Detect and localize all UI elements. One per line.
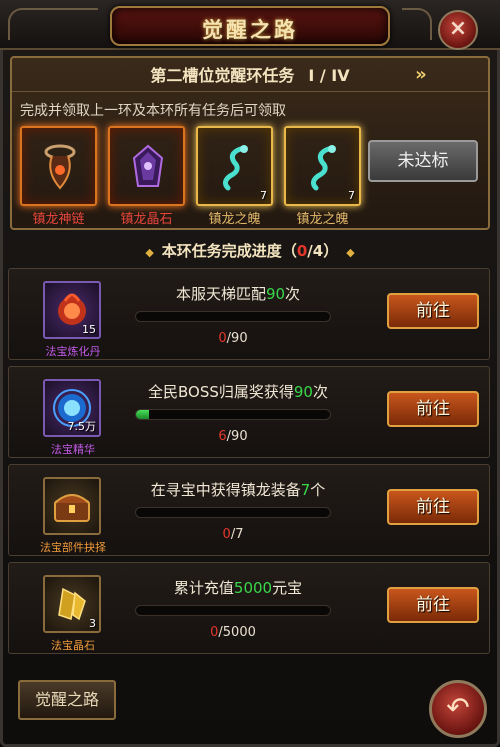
ring-title-text: 第二槽位觉醒环任务 [150,66,295,85]
task-reward-amount: 7.5万 [67,420,97,433]
reward-list: 镇龙神链 镇龙晶石 7 镇龙之魄 7 镇龙之魄 [20,126,365,230]
task-desc-unit: 次 [285,285,301,303]
task-total: /7 [230,527,244,542]
task-progress-count: 6/90 [135,429,331,444]
go-button[interactable]: 前往 [387,587,479,623]
task-reward-item[interactable]: 7.5万 [43,379,101,437]
progress-close: ） [323,242,339,260]
claim-status-button[interactable]: 未达标 [368,140,478,182]
ring-progress-header: ◆ 本环任务完成进度（0/4） ◆ [0,236,500,266]
reward-item[interactable]: 7 [284,126,361,206]
task-progress-count: 0/7 [135,527,331,542]
close-button[interactable]: × [438,10,478,50]
dragon-chain-icon [44,144,76,190]
task-progress-bar [135,311,331,322]
task-current: 0 [218,331,227,346]
reward-item[interactable] [20,126,97,206]
dragon-crystal-icon [132,144,164,187]
task-progress-bar [135,605,331,616]
progress-open: （ [281,242,297,260]
unlock-hint: 完成并领取上一环及本环所有任务后可领取 [20,103,286,119]
header-ornament-right [402,8,432,40]
task-reward-item[interactable] [43,477,101,535]
diamond-icon: ◆ [145,246,154,259]
task-desc-target: 5000 [233,579,273,597]
reward-item[interactable]: 7 [196,126,273,206]
task-row: 法宝部件抉择 在寻宝中获得镇龙装备7个 0/7 前往 [8,464,490,556]
back-button[interactable]: ↶ [429,680,487,738]
task-progress-fill [136,410,149,419]
task-progress-count: 0/90 [135,331,331,346]
back-arrow-icon: ↶ [446,691,470,724]
go-button[interactable]: 前往 [387,293,479,329]
task-description: 累计充值5000元宝 [135,577,341,598]
task-desc-target: 7 [300,481,311,499]
reward-item[interactable] [108,126,185,206]
task-row: 15 法宝炼化丹 本服天梯匹配90次 0/90 前往 [8,268,490,360]
task-desc-text: 累计充值 [173,579,234,597]
task-row: 3 法宝晶石 累计充值5000元宝 0/5000 前往 [8,562,490,654]
reward-name: 镇龙之魄 [208,212,261,227]
task-total: /90 [226,429,248,444]
diamond-icon: ◆ [346,246,355,259]
task-current: 0 [222,527,231,542]
task-row: 7.5万 法宝精华 全民BOSS归属奖获得90次 6/90 前往 [8,366,490,458]
reward-name: 镇龙晶石 [120,212,173,227]
window-title: 觉醒之路 [202,18,298,42]
header-ornament-left [8,8,98,40]
progress-label: 本环任务完成进度 [161,242,282,260]
divider [12,91,488,92]
task-desc-text: 本服天梯匹配 [175,285,266,303]
task-desc-text: 在寻宝中获得镇龙装备 [150,481,301,499]
reward-count: 7 [348,189,355,202]
awakening-road-tab[interactable]: 觉醒之路 [18,680,116,720]
task-desc-unit: 个 [310,481,326,499]
task-reward-item[interactable]: 15 [43,281,101,339]
ring-stage: I / IV [308,66,350,85]
dragon-soul-icon [222,145,248,191]
task-desc-target: 90 [265,285,286,303]
ring-reward-panel: 第二槽位觉醒环任务 I / IV » 完成并领取上一环及本环所有任务后可领取 镇龙… [10,56,490,230]
go-button[interactable]: 前往 [387,391,479,427]
task-reward-name: 法宝精华 [51,443,95,456]
task-desc-target: 90 [293,383,313,401]
task-progress-bar [135,409,331,420]
close-icon: × [448,16,468,41]
task-progress-bar [135,507,331,518]
progress-current: 0 [296,242,308,260]
progress-total: 4 [312,242,324,260]
task-total: /90 [226,331,248,346]
task-reward-amount: 15 [82,323,96,336]
dragon-soul-icon [310,145,336,191]
task-reward-name: 法宝晶石 [51,639,95,652]
task-description: 在寻宝中获得镇龙装备7个 [135,479,341,500]
task-current: 6 [218,429,227,444]
go-button[interactable]: 前往 [387,489,479,525]
next-ring-arrow-icon[interactable]: » [410,64,432,86]
header-bar: 觉醒之路 × [0,0,500,50]
treasure-chest-icon [54,494,90,522]
task-description: 本服天梯匹配90次 [135,283,341,304]
reward-name: 镇龙之魄 [296,212,349,227]
task-reward-amount: 3 [89,617,96,630]
title-plate: 觉醒之路 [110,6,390,46]
task-desc-unit: 元宝 [272,579,303,597]
task-description: 全民BOSS归属奖获得90次 [135,381,341,402]
reward-name: 镇龙神链 [32,212,85,227]
task-desc-text: 全民BOSS归属奖获得 [148,383,294,401]
task-reward-item[interactable]: 3 [43,575,101,633]
task-progress-count: 0/5000 [135,625,331,640]
reward-count: 7 [260,189,267,202]
task-reward-name: 法宝炼化丹 [45,345,101,358]
task-reward-name: 法宝部件抉择 [40,541,106,554]
task-desc-unit: 次 [312,383,328,401]
task-total: /5000 [218,625,256,640]
